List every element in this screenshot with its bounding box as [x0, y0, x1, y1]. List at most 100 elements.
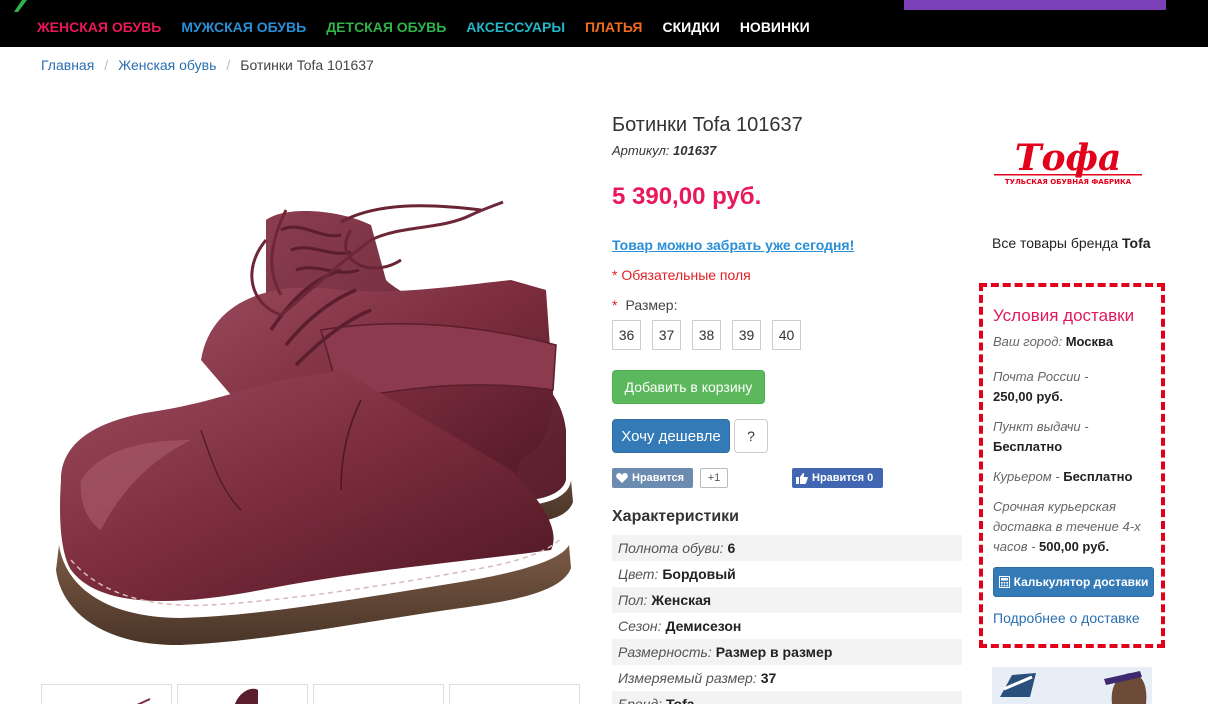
delivery-city-value: Москва [1065, 334, 1114, 349]
brand-name: Tofa [1122, 235, 1151, 251]
vk-like-count: +1 [700, 468, 728, 488]
breadcrumb: Главная / Женская обувь / Ботинки Tofa 1… [41, 57, 374, 73]
brand-logo-text: Тофа [1015, 140, 1122, 179]
thumbnail-strip [41, 684, 580, 704]
characteristic-row: Полнота обуви: 6 [612, 535, 962, 561]
nav-item[interactable]: АКСЕССУАРЫ [466, 19, 565, 35]
brand-all-goods-link[interactable]: Все товары бренда Tofa [992, 235, 1151, 251]
breadcrumb-current: Ботинки Tofa 101637 [240, 57, 374, 73]
size-option[interactable]: 40 [772, 320, 801, 350]
product-title: Ботинки Tofa 101637 [612, 114, 803, 136]
breadcrumb-home[interactable]: Главная [41, 57, 94, 73]
sku-label: Артикул: [612, 143, 670, 158]
sku-value: 101637 [673, 143, 717, 158]
thumbnail-1[interactable] [41, 684, 172, 704]
characteristic-row: Размерность: Размер в размер [612, 639, 962, 665]
nav-item[interactable]: МУЖСКАЯ ОБУВЬ [181, 19, 306, 35]
nav-item[interactable]: НОВИНКИ [740, 19, 810, 35]
vk-like-button[interactable]: Нравится [612, 468, 693, 488]
fb-like-label: Нравится 0 [812, 472, 874, 484]
nav-item[interactable]: ДЕТСКАЯ ОБУВЬ [326, 19, 446, 35]
breadcrumb-separator: / [104, 57, 109, 73]
characteristic-key: Цвет: [618, 566, 659, 582]
delivery-courier-price: Бесплатно [1063, 469, 1133, 484]
characteristic-row: Бренд: Tofa [612, 691, 962, 704]
characteristics-table: Полнота обуви: 6 Цвет: Бордовый Пол: Женская С… [612, 535, 962, 704]
size-option[interactable]: 38 [692, 320, 721, 350]
delivery-courier-label: Курьером - [993, 469, 1060, 484]
delivery-calculator-button[interactable]: Калькулятор доставки [993, 567, 1154, 597]
characteristics-title: Характеристики [612, 508, 740, 525]
delivery-pickup-label: Пункт выдачи - [993, 419, 1089, 434]
main-menu: ЖЕНСКАЯ ОБУВЬ МУЖСКАЯ ОБУВЬ ДЕТСКАЯ ОБУВЬ А… [37, 19, 810, 35]
breadcrumb-section[interactable]: Женская обувь [118, 57, 216, 73]
characteristic-key: Бренд: [618, 696, 663, 704]
brand-all-goods-label: Все товары бренда [992, 235, 1119, 251]
breadcrumb-separator: / [226, 57, 231, 73]
delivery-express: Срочная курьерская доставка в течение 4-… [993, 497, 1151, 557]
thumbnail-2[interactable] [177, 684, 308, 704]
nav-item[interactable]: ЖЕНСКАЯ ОБУВЬ [37, 19, 161, 35]
delivery-pickup: Пункт выдачи - Бесплатно [993, 417, 1151, 457]
brand-logo-subtext: ТУЛЬСКАЯ ОБУВНАЯ ФАБРИКА [1005, 178, 1132, 186]
size-label: * Размер: [612, 297, 677, 313]
fb-like-button[interactable]: Нравится 0 [792, 468, 883, 488]
size-label-text: Размер: [625, 297, 678, 313]
characteristic-row: Измеряемый размер: 37 [612, 665, 962, 691]
delivery-post-price: 250,00 руб. [993, 389, 1064, 404]
characteristic-value: Демисезон [665, 618, 742, 634]
characteristic-key: Измеряемый размер: [618, 670, 757, 686]
delivery-pickup-price: Бесплатно [993, 439, 1063, 454]
delivery-post-label: Почта России - [993, 369, 1089, 384]
thumbnail-image [235, 688, 258, 704]
header-purple-button[interactable] [904, 0, 1166, 10]
size-option[interactable]: 39 [732, 320, 761, 350]
characteristic-key: Полнота обуви: [618, 540, 724, 556]
characteristic-value: 37 [760, 670, 777, 686]
delivery-courier: Курьером - Бесплатно [993, 467, 1151, 487]
calculator-button-label: Калькулятор доставки [1013, 575, 1149, 589]
product-sku: Артикул: 101637 [612, 143, 716, 158]
characteristic-key: Сезон: [618, 618, 662, 634]
nav-item[interactable]: ПЛАТЬЯ [585, 19, 642, 35]
delivery-city: Ваш город: Москва [993, 332, 1151, 352]
vk-like-label: Нравится [632, 472, 685, 484]
delivery-city-label: Ваш город: [993, 334, 1063, 349]
thumbnail-image [136, 698, 151, 704]
characteristic-row: Цвет: Бордовый [612, 561, 962, 587]
delivery-express-price: 500,00 руб. [1039, 539, 1110, 554]
help-question-button[interactable]: ? [734, 419, 768, 453]
heart-icon [616, 473, 628, 483]
delivery-conditions-box: Условия доставки Ваш город: Москва Почта… [979, 283, 1165, 648]
characteristic-value: Размер в размер [715, 644, 833, 660]
characteristic-key: Размерность: [618, 644, 712, 660]
required-fields-note: * Обязательные поля [612, 267, 751, 283]
thumbnail-3[interactable] [313, 684, 444, 704]
delivery-more-link[interactable]: Подробнее о доставке [993, 610, 1140, 626]
advert-banner[interactable] [992, 667, 1152, 704]
calculator-icon [998, 576, 1010, 588]
size-option[interactable]: 36 [612, 320, 641, 350]
characteristic-value: 6 [727, 540, 736, 556]
delivery-post: Почта России - 250,00 руб. [993, 367, 1151, 407]
characteristic-value: Женская [651, 592, 712, 608]
size-selector: 36 37 38 39 40 [612, 320, 801, 350]
site-logo-fragment[interactable] [0, 0, 28, 12]
add-to-cart-button[interactable]: Добавить в корзину [612, 370, 765, 404]
characteristic-key: Пол: [618, 592, 648, 608]
characteristic-value: Tofa [666, 696, 695, 704]
thumbs-up-icon [796, 472, 808, 484]
want-cheaper-button[interactable]: Хочу дешевле [612, 419, 730, 453]
nav-item[interactable]: СКИДКИ [663, 19, 720, 35]
characteristic-value: Бордовый [662, 566, 736, 582]
thumbnail-4[interactable] [449, 684, 580, 704]
top-navigation: ЖЕНСКАЯ ОБУВЬ МУЖСКАЯ ОБУВЬ ДЕТСКАЯ ОБУВЬ А… [0, 0, 1208, 47]
size-option[interactable]: 37 [652, 320, 681, 350]
characteristic-row: Пол: Женская [612, 587, 962, 613]
characteristic-row: Сезон: Демисезон [612, 613, 962, 639]
pickup-today-link[interactable]: Товар можно забрать уже сегодня! [612, 237, 854, 253]
delivery-title: Условия доставки [993, 306, 1135, 325]
brand-logo[interactable]: Тофа ТУЛЬСКАЯ ОБУВНАЯ ФАБРИКА [992, 140, 1144, 188]
product-main-image[interactable] [41, 130, 586, 650]
required-star: * [612, 297, 618, 313]
